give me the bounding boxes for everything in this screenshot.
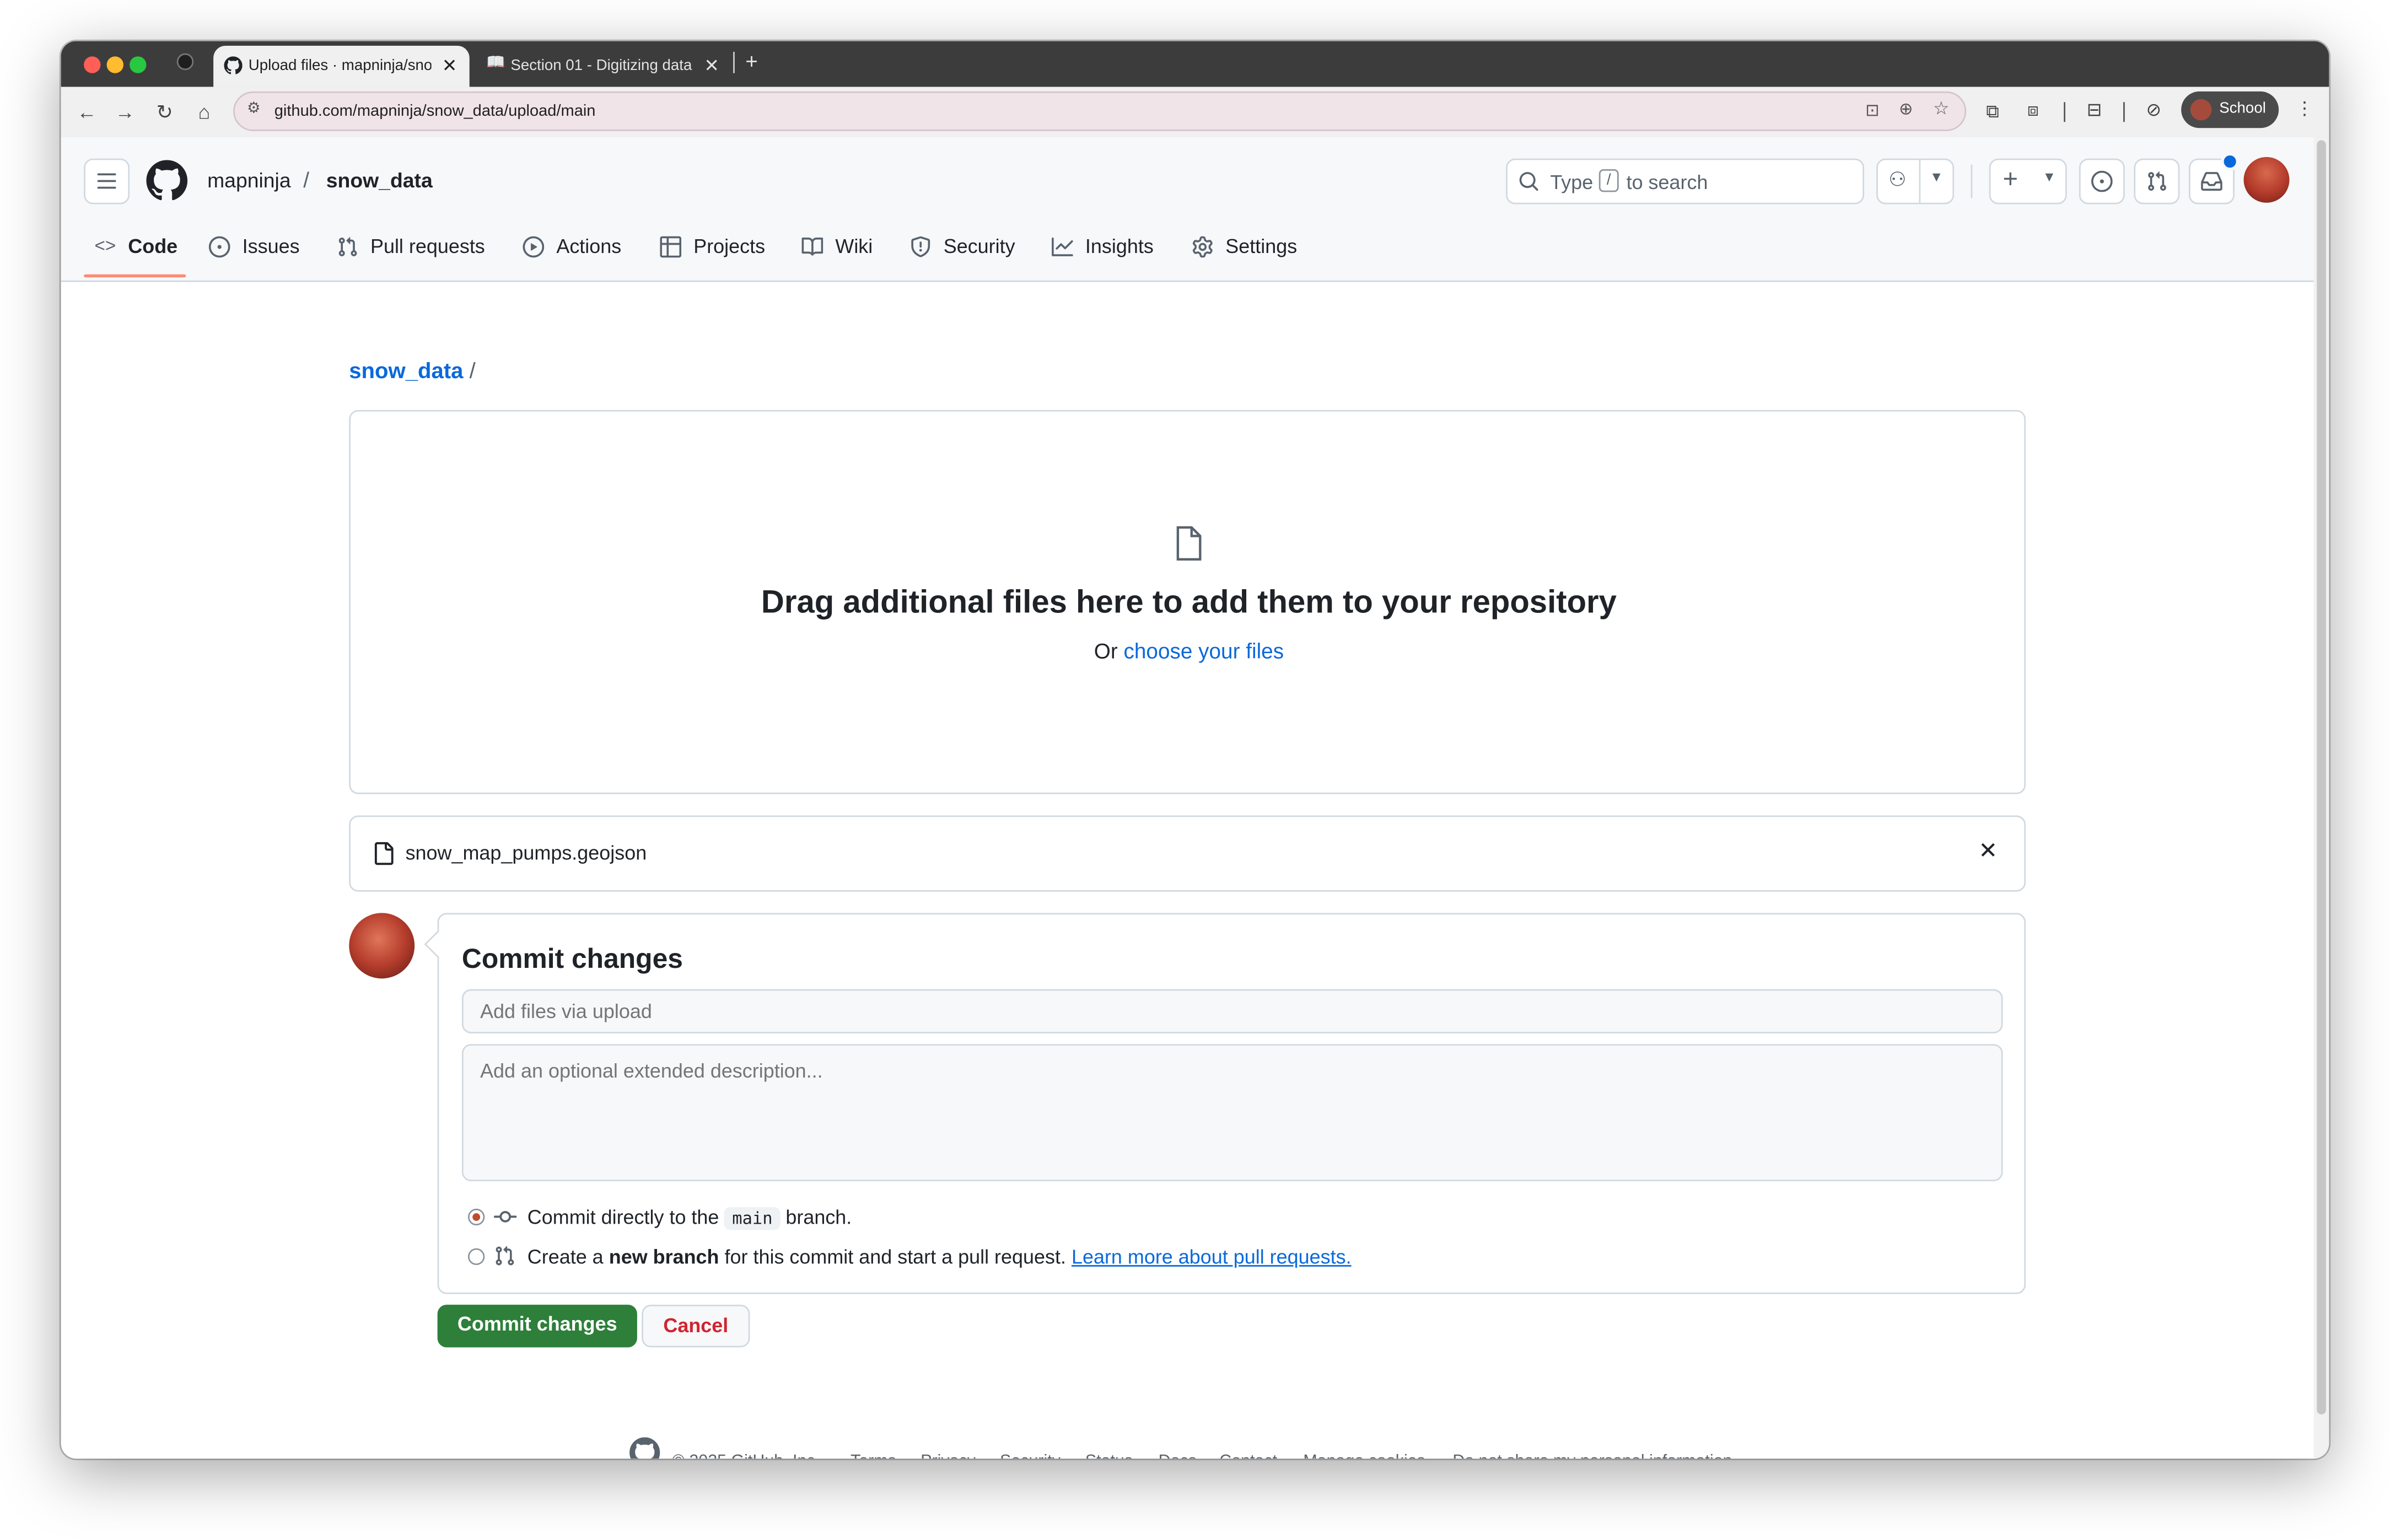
github-footer-logo-icon[interactable]: [629, 1437, 660, 1459]
toolbar-divider: [2123, 102, 2125, 122]
reload-icon[interactable]: ↻: [151, 99, 179, 127]
maximize-window-button[interactable]: [130, 56, 147, 73]
address-url: github.com/mapninja/snow_data/upload/mai…: [274, 102, 596, 121]
scrollbar-thumb[interactable]: [2317, 140, 2326, 1415]
site-settings-icon[interactable]: ⚙: [247, 101, 261, 117]
close-tab-icon[interactable]: ✕: [442, 55, 457, 77]
footer-link-do-not-share[interactable]: Do not share my personal information: [1452, 1452, 1732, 1458]
browser-tab-strip: Upload files · mapninja/snow_data ✕ 📖 Se…: [61, 41, 2329, 87]
footer-link-docs[interactable]: Docs: [1159, 1452, 1197, 1458]
browser-window: Upload files · mapninja/snow_data ✕ 📖 Se…: [61, 41, 2329, 1459]
screen: Upload files · mapninja/snow_data ✕ 📖 Se…: [0, 0, 2390, 1539]
profile-label: School: [2219, 100, 2266, 117]
footer-link-manage-cookies[interactable]: Manage cookies: [1303, 1452, 1425, 1458]
page-scrollbar[interactable]: [2313, 137, 2329, 1459]
tab-divider: [733, 52, 735, 73]
home-icon[interactable]: ⌂: [191, 99, 218, 127]
back-icon[interactable]: ←: [73, 99, 101, 127]
zoom-icon[interactable]: ⊕: [1899, 99, 1913, 119]
forward-icon[interactable]: →: [111, 99, 139, 127]
footer-link-privacy[interactable]: Privacy: [921, 1452, 976, 1458]
bookmark-star-icon[interactable]: ☆: [1933, 98, 1950, 119]
performance-icon[interactable]: ⊘: [2146, 99, 2162, 121]
toolbar-divider: [2064, 102, 2065, 122]
reading-list-icon[interactable]: ⊟: [2087, 99, 2102, 121]
browser-tab[interactable]: 📖 Section 01 - Digitizing data from ✕: [476, 46, 732, 87]
tab-title: Section 01 - Digitizing data from: [510, 58, 693, 75]
book-favicon-icon: 📖: [486, 55, 505, 72]
close-tab-icon[interactable]: ✕: [704, 55, 719, 77]
new-tab-icon[interactable]: +: [745, 49, 758, 73]
puzzle-extensions-icon[interactable]: ⧈: [2027, 99, 2039, 122]
install-app-icon[interactable]: ⊡: [1865, 101, 1879, 120]
tab-search-icon[interactable]: [176, 53, 194, 71]
footer: © 2025 GitHub, Inc. Terms Privacy Securi…: [61, 137, 2314, 1458]
extension-icon[interactable]: ⧉: [1986, 101, 1999, 123]
browser-tab-active[interactable]: Upload files · mapninja/snow_data ✕: [213, 45, 470, 87]
browser-menu-icon[interactable]: ⋮: [2296, 98, 2314, 119]
page: mapninja / snow_data Type / to search ⚇ …: [61, 137, 2329, 1459]
footer-link-status[interactable]: Status: [1085, 1452, 1133, 1458]
tab-title: Upload files · mapninja/snow_data: [248, 58, 432, 75]
footer-link-contact[interactable]: Contact: [1219, 1452, 1277, 1458]
avatar: [2190, 99, 2212, 121]
profile-button[interactable]: School: [2181, 91, 2279, 128]
browser-toolbar: ← → ↻ ⌂ ⚙ github.com/mapninja/snow_data/…: [61, 87, 2329, 139]
github-favicon-icon: [224, 56, 243, 74]
footer-link-security[interactable]: Security: [1000, 1452, 1061, 1458]
close-window-button[interactable]: [84, 56, 101, 73]
footer-copyright: © 2025 GitHub, Inc.: [672, 1452, 820, 1458]
footer-link-terms[interactable]: Terms: [851, 1452, 896, 1458]
minimize-window-button[interactable]: [106, 56, 123, 73]
address-bar[interactable]: ⚙ github.com/mapninja/snow_data/upload/m…: [233, 91, 1967, 131]
